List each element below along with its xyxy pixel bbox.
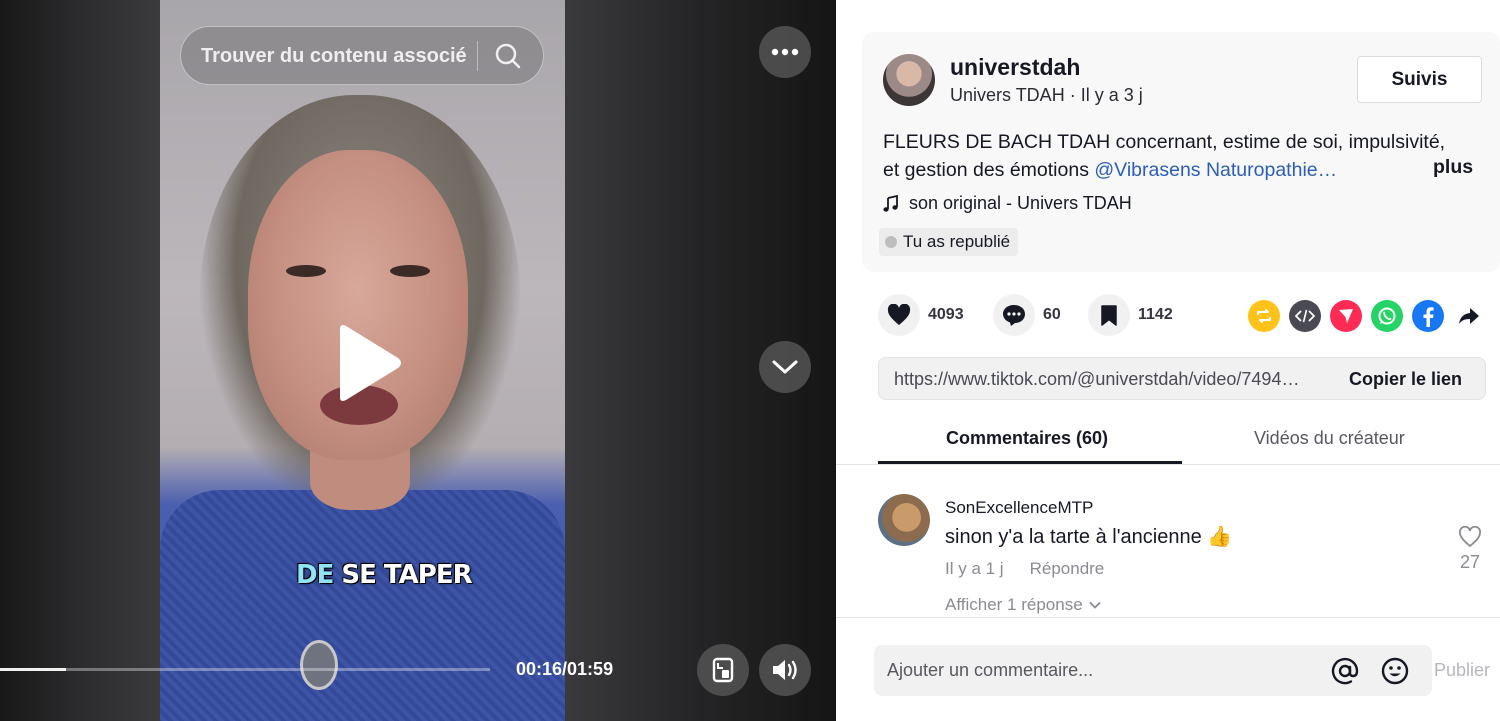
picture-in-picture-button[interactable] bbox=[697, 644, 749, 696]
like-count: 4093 bbox=[928, 306, 964, 323]
comment-button[interactable] bbox=[993, 294, 1035, 336]
facebook-icon bbox=[1423, 307, 1434, 327]
commenter-username[interactable]: SonExcellenceMTP bbox=[945, 498, 1093, 518]
repost-icon bbox=[1257, 309, 1271, 323]
related-search-placeholder: Trouver du contenu associé bbox=[201, 45, 467, 67]
send-icon bbox=[1339, 309, 1353, 323]
like-action[interactable]: 4093 bbox=[878, 294, 964, 336]
repost-label: Tu as republié bbox=[903, 232, 1011, 251]
comment-like-button[interactable]: 27 bbox=[1456, 526, 1484, 573]
active-tab-indicator bbox=[878, 461, 1182, 464]
pip-icon bbox=[712, 657, 734, 683]
comment-item: SonExcellenceMTP sinon y'a la tarte à l'… bbox=[878, 492, 1488, 618]
at-icon[interactable] bbox=[1330, 656, 1360, 686]
video-caption: DE SE TAPER bbox=[296, 560, 473, 590]
emoji-icon[interactable] bbox=[1380, 656, 1410, 686]
copy-link-button[interactable]: Copier le lien bbox=[1349, 369, 1462, 390]
repost-badge: Tu as republié bbox=[879, 228, 1019, 256]
comment-age: Il y a 1 j bbox=[945, 559, 1004, 578]
volume-icon bbox=[773, 660, 797, 680]
video-progress-fill bbox=[0, 668, 66, 671]
save-action[interactable]: 1142 bbox=[1088, 294, 1173, 336]
follow-button[interactable]: Suivis bbox=[1357, 56, 1482, 103]
author-display-name: Univers TDAH bbox=[950, 85, 1065, 105]
bookmark-icon bbox=[1101, 305, 1117, 326]
comment-meta: Il y a 1 j Répondre bbox=[945, 559, 1104, 579]
video-caption-text: SE TAPER bbox=[333, 560, 472, 590]
volume-button[interactable] bbox=[759, 644, 811, 696]
video-url[interactable]: https://www.tiktok.com/@universtdah/vide… bbox=[894, 369, 1324, 390]
comment-action[interactable]: 60 bbox=[993, 294, 1061, 336]
heart-outline-icon bbox=[1459, 526, 1481, 548]
related-content-search[interactable]: Trouver du contenu associé bbox=[180, 26, 544, 85]
embed-share-button[interactable] bbox=[1289, 300, 1321, 332]
video-blur-background-left bbox=[0, 0, 160, 721]
heart-icon bbox=[887, 304, 911, 325]
video-subject-sweater bbox=[160, 490, 565, 721]
video-link-box: https://www.tiktok.com/@universtdah/vide… bbox=[878, 357, 1486, 400]
author-subline: Univers TDAH · Il y a 3 j bbox=[950, 85, 1143, 106]
see-more-link[interactable]: plus bbox=[1433, 156, 1473, 179]
tab-comments[interactable]: Commentaires (60) bbox=[946, 428, 1108, 449]
music-row[interactable]: son original - Univers TDAH bbox=[883, 193, 1132, 214]
music-note-icon bbox=[883, 194, 898, 212]
next-video-button[interactable] bbox=[759, 341, 811, 393]
chevron-down-icon bbox=[772, 360, 798, 374]
embed-icon bbox=[1295, 309, 1315, 323]
publish-button[interactable]: Publier bbox=[1434, 660, 1490, 681]
post-description: FLEURS DE BACH TDAH concernant, estime d… bbox=[883, 128, 1453, 184]
author-avatar[interactable] bbox=[883, 54, 935, 106]
video-time: 00:16/01:59 bbox=[516, 659, 614, 679]
comment-input-placeholder: Ajouter un commentaire... bbox=[887, 660, 1094, 680]
author-username[interactable]: universtdah bbox=[950, 54, 1080, 81]
more-share-button[interactable] bbox=[1453, 300, 1485, 332]
reply-button[interactable]: Répondre bbox=[1030, 559, 1105, 579]
more-icon bbox=[771, 48, 799, 56]
view-replies-label: Afficher 1 réponse bbox=[945, 595, 1083, 614]
music-title: son original - Univers TDAH bbox=[909, 193, 1132, 213]
comment-tabs: Commentaires (60) Vidéos du créateur bbox=[836, 418, 1500, 465]
save-button[interactable] bbox=[1088, 294, 1130, 336]
post-age: Il y a 3 j bbox=[1080, 85, 1143, 105]
repost-avatar-icon bbox=[885, 236, 897, 248]
save-count: 1142 bbox=[1138, 306, 1173, 323]
video-subject-face bbox=[248, 150, 468, 460]
whatsapp-share-button[interactable] bbox=[1371, 300, 1403, 332]
repost-share-button[interactable] bbox=[1248, 300, 1280, 332]
play-icon[interactable] bbox=[334, 323, 404, 403]
video-subject-eye bbox=[390, 265, 430, 277]
action-bar: 4093 60 1142 bbox=[878, 294, 1488, 336]
like-button[interactable] bbox=[878, 294, 920, 336]
video-progress-bar[interactable] bbox=[0, 668, 490, 671]
share-arrow-icon bbox=[1459, 308, 1479, 324]
send-to-friends-button[interactable] bbox=[1330, 300, 1362, 332]
subline-separator: · bbox=[1069, 85, 1081, 105]
whatsapp-icon bbox=[1378, 307, 1396, 325]
comment-text: sinon y'a la tarte à l'ancienne 👍 bbox=[945, 526, 1233, 548]
comment-icon bbox=[1003, 304, 1025, 326]
video-panel: DE SE TAPER Trouver du contenu associé 0… bbox=[0, 0, 836, 721]
tree-pendant-image bbox=[300, 640, 338, 690]
post-description-card: universtdah Univers TDAH · Il y a 3 j Su… bbox=[862, 32, 1500, 272]
comment-count: 60 bbox=[1043, 306, 1061, 323]
comment-composer: Ajouter un commentaire... Publier bbox=[836, 617, 1500, 721]
search-divider bbox=[477, 41, 478, 71]
chevron-down-icon bbox=[1089, 601, 1101, 609]
details-panel: universtdah Univers TDAH · Il y a 3 j Su… bbox=[836, 0, 1500, 721]
video-subject-eye bbox=[286, 265, 326, 277]
comment-input[interactable]: Ajouter un commentaire... bbox=[874, 645, 1432, 696]
view-replies-button[interactable]: Afficher 1 réponse bbox=[945, 595, 1101, 615]
mention-link[interactable]: @Vibrasens Naturopathie… bbox=[1094, 159, 1337, 181]
tab-creator-videos[interactable]: Vidéos du créateur bbox=[1254, 428, 1405, 449]
more-options-button[interactable] bbox=[759, 26, 811, 78]
facebook-share-button[interactable] bbox=[1412, 300, 1444, 332]
comment-like-count: 27 bbox=[1459, 552, 1481, 572]
video-caption-highlight: DE bbox=[296, 560, 334, 590]
search-icon[interactable] bbox=[493, 41, 523, 71]
commenter-avatar[interactable] bbox=[878, 494, 930, 546]
